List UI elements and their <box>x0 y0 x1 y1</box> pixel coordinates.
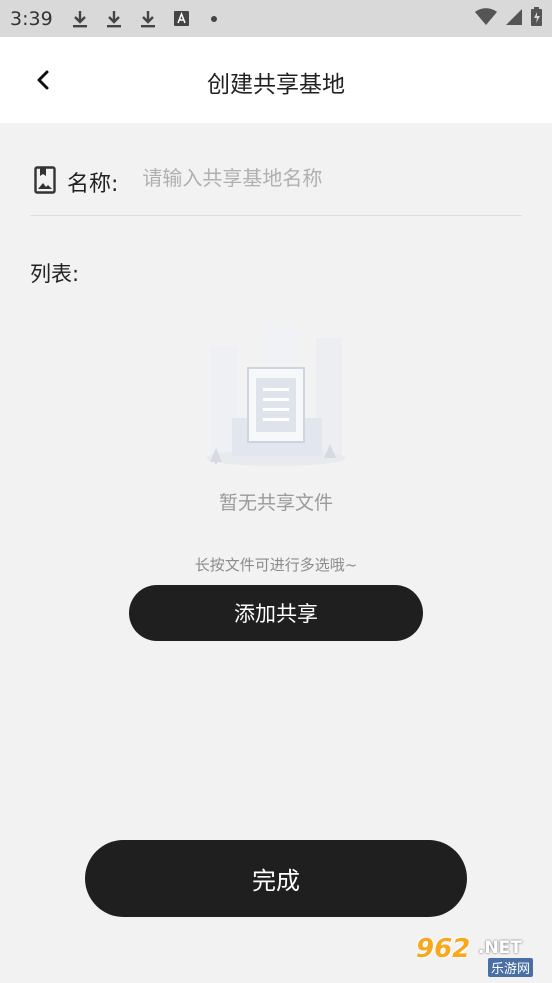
site-watermark: 962 .NET 乐游网 <box>412 934 546 978</box>
download-icon <box>71 10 89 28</box>
notification-icons <box>71 10 217 28</box>
download-icon <box>139 10 157 28</box>
empty-document-illustration <box>196 318 356 470</box>
page-title: 创建共享基地 <box>207 72 345 98</box>
watermark-number: 962 <box>416 934 471 964</box>
multiselect-hint: 长按文件可进行多选哦~ <box>194 556 358 574</box>
done-button[interactable]: 完成 <box>85 840 467 917</box>
font-a-icon <box>173 10 191 28</box>
header: 创建共享基地 <box>0 37 552 123</box>
list-label: 列表: <box>30 262 80 286</box>
name-label: 名称: <box>67 172 119 197</box>
download-icon <box>105 10 123 28</box>
wifi-icon <box>475 7 497 30</box>
bookmark-image-icon <box>34 166 58 194</box>
status-time: 3:39 <box>10 7 53 30</box>
battery-icon <box>531 7 542 30</box>
status-bar: 3:39 <box>0 0 552 37</box>
watermark-suffix: .NET <box>478 938 522 958</box>
system-icons <box>475 7 542 30</box>
empty-state-text: 暂无共享文件 <box>218 492 333 514</box>
watermark-cn: 乐游网 <box>488 958 534 977</box>
signal-icon <box>505 8 523 30</box>
add-share-button[interactable]: 添加共享 <box>129 585 423 641</box>
name-field-row: 名称: <box>30 150 522 216</box>
dot-icon <box>210 15 217 22</box>
name-input[interactable] <box>142 162 443 194</box>
